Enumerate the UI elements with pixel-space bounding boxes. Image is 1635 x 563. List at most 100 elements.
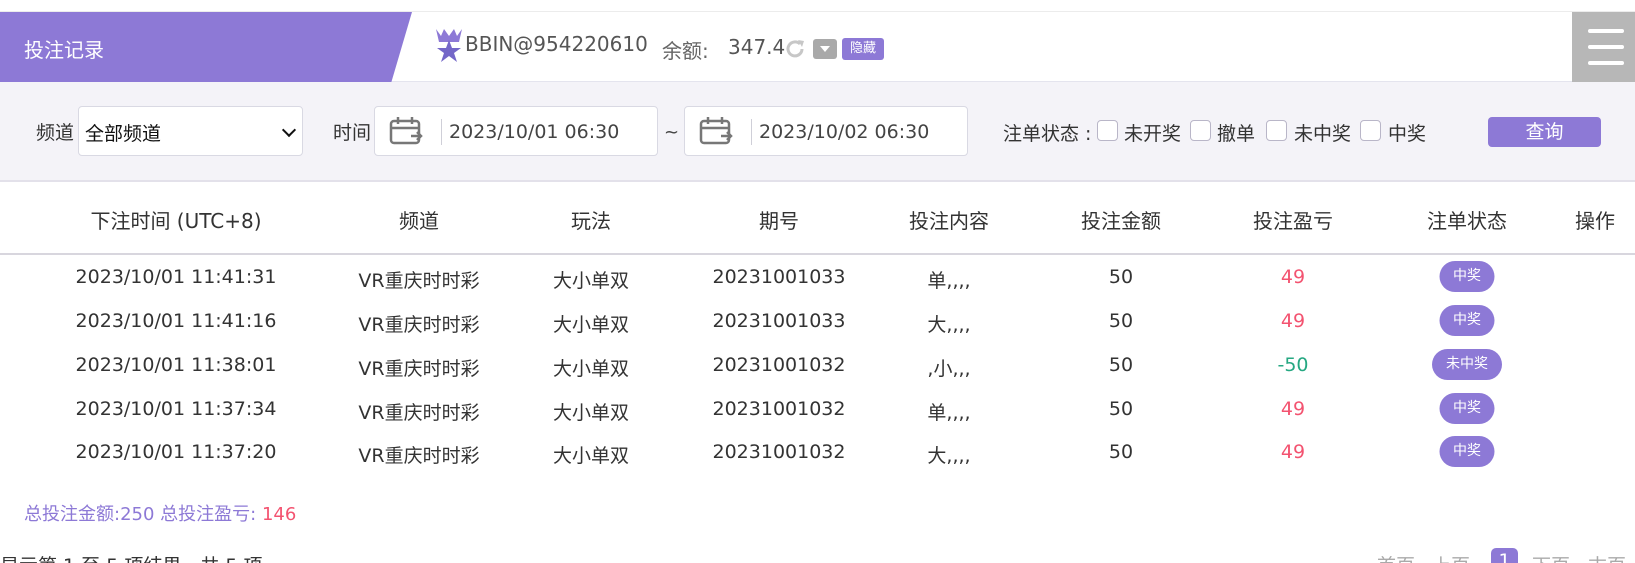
status-option-cancelled: 撤单 xyxy=(1217,123,1256,145)
calendar-icon xyxy=(699,117,733,145)
status-filter-label: 注单状态 : xyxy=(1003,123,1092,145)
channel-label: 频道 xyxy=(36,122,75,144)
status-option-not-won: 未中奖 xyxy=(1294,123,1352,145)
start-date-value: 2023/10/01 06:30 xyxy=(449,121,620,143)
play-cell: 大小单双 xyxy=(552,402,630,424)
status-option-not-drawn: 未开奖 xyxy=(1124,123,1182,145)
app-header: 投注记录 BBIN@954220610 余额: 347.4 隐藏 xyxy=(0,12,1635,82)
play-cell: 大小单双 xyxy=(552,314,630,336)
profit-loss-cell: 49 xyxy=(1280,398,1306,420)
date-divider xyxy=(441,119,442,145)
bet-amount-cell: 50 xyxy=(1108,441,1134,463)
refresh-icon[interactable] xyxy=(783,37,807,61)
bet-time-cell: 2023/10/01 11:38:01 xyxy=(75,354,277,376)
calendar-icon xyxy=(389,117,423,145)
play-cell: 大小单双 xyxy=(552,445,630,467)
crown-star-icon xyxy=(436,29,462,62)
filter-bar: 频道 全部频道 时间 2023/10/01 06:30 ~ 2023/10/02… xyxy=(0,82,1635,182)
total-profit-value: 146 xyxy=(261,504,297,525)
date-divider xyxy=(751,119,752,145)
dropdown-icon[interactable] xyxy=(813,39,837,59)
table-row: 2023/10/01 11:41:16 VR重庆时时彩 大小单双 2023100… xyxy=(0,300,1635,344)
column-header-issue: 期号 xyxy=(759,209,799,233)
channel-cell: VR重庆时时彩 xyxy=(358,358,480,380)
bet-time-cell: 2023/10/01 11:37:20 xyxy=(75,441,277,463)
column-header-play: 玩法 xyxy=(571,209,611,233)
column-header-bet-time: 下注时间 (UTC+8) xyxy=(90,209,262,233)
status-checkbox-not-drawn[interactable] xyxy=(1097,120,1118,141)
pagination-current-page[interactable]: 1 xyxy=(1491,548,1518,563)
query-button[interactable]: 查询 xyxy=(1488,117,1601,147)
pagination-last-button[interactable]: 末页 xyxy=(1588,551,1626,563)
pagination-next-button[interactable]: 下页 xyxy=(1532,551,1570,563)
channel-cell: VR重庆时时彩 xyxy=(358,445,480,467)
bet-summary: 总投注金额:250 总投注盈亏: 146 xyxy=(24,500,296,526)
table-row: 2023/10/01 11:38:01 VR重庆时时彩 大小单双 2023100… xyxy=(0,344,1635,388)
bet-content-cell: 单,,,, xyxy=(927,270,971,292)
issue-cell: 20231001032 xyxy=(712,398,846,420)
bet-content-cell: 大,,,, xyxy=(927,314,971,336)
bet-amount-cell: 50 xyxy=(1108,310,1134,332)
total-amount-summary: 总投注金额:250 总投注盈亏: xyxy=(24,504,257,525)
hide-balance-button[interactable]: 隐藏 xyxy=(842,38,885,60)
table-row: 2023/10/01 11:37:34 VR重庆时时彩 大小单双 2023100… xyxy=(0,388,1635,432)
column-header-bet-amount: 投注金额 xyxy=(1081,209,1161,233)
status-option-won: 中奖 xyxy=(1388,123,1427,145)
status-checkbox-not-won[interactable] xyxy=(1266,120,1287,141)
issue-cell: 20231001033 xyxy=(712,310,846,332)
column-header-channel: 频道 xyxy=(399,209,439,233)
page-title: 投注记录 xyxy=(24,38,104,62)
bet-table-header: 下注时间 (UTC+8) 频道 玩法 期号 投注内容 投注金额 投注盈亏 注单状… xyxy=(0,182,1635,255)
bet-amount-cell: 50 xyxy=(1108,354,1134,376)
issue-cell: 20231001032 xyxy=(712,354,846,376)
top-strip xyxy=(0,0,1635,12)
column-header-profit-loss: 投注盈亏 xyxy=(1253,209,1333,233)
date-range-separator: ~ xyxy=(664,122,680,143)
pagination-info: 显示第 1 至 5 项结果，共 5 项 xyxy=(0,551,263,563)
play-cell: 大小单双 xyxy=(552,358,630,380)
pagination-prev-button[interactable]: 上页 xyxy=(1432,551,1470,563)
channel-selected-value: 全部频道 xyxy=(85,123,162,145)
profit-loss-cell: 49 xyxy=(1280,266,1306,288)
pagination-first-button[interactable]: 首页 xyxy=(1377,551,1415,563)
bet-time-cell: 2023/10/01 11:41:31 xyxy=(75,266,277,288)
end-date-value: 2023/10/02 06:30 xyxy=(759,121,930,143)
profit-loss-cell: -50 xyxy=(1277,354,1309,376)
hamburger-menu-icon[interactable] xyxy=(1572,12,1635,82)
balance-label: 余额: xyxy=(662,39,709,63)
status-checkbox-cancelled[interactable] xyxy=(1190,120,1211,141)
status-badge: 未中奖 xyxy=(1432,349,1502,380)
status-badge: 中奖 xyxy=(1439,305,1495,336)
issue-cell: 20231001033 xyxy=(712,266,846,288)
profit-loss-cell: 49 xyxy=(1280,441,1306,463)
issue-cell: 20231001032 xyxy=(712,441,846,463)
time-label: 时间 xyxy=(333,122,372,144)
bet-amount-cell: 50 xyxy=(1108,398,1134,420)
bet-amount-cell: 50 xyxy=(1108,266,1134,288)
column-header-bet-content: 投注内容 xyxy=(909,209,989,233)
username: BBIN@954220610 xyxy=(465,32,648,56)
channel-select[interactable]: 全部频道 xyxy=(78,106,303,156)
bet-content-cell: 大,,,, xyxy=(927,445,971,467)
table-row: 2023/10/01 11:41:31 VR重庆时时彩 大小单双 2023100… xyxy=(0,256,1635,300)
channel-cell: VR重庆时时彩 xyxy=(358,402,480,424)
column-header-status: 注单状态 xyxy=(1427,209,1507,233)
bet-content-cell: ,小,,, xyxy=(927,358,971,380)
status-checkbox-won[interactable] xyxy=(1360,120,1381,141)
bet-time-cell: 2023/10/01 11:37:34 xyxy=(75,398,277,420)
balance-value: 347.4 xyxy=(728,35,786,59)
chevron-down-icon xyxy=(281,122,297,138)
status-badge: 中奖 xyxy=(1439,261,1495,292)
channel-cell: VR重庆时时彩 xyxy=(358,314,480,336)
bet-time-cell: 2023/10/01 11:41:16 xyxy=(75,310,277,332)
status-badge: 中奖 xyxy=(1439,393,1495,424)
column-header-action: 操作 xyxy=(1575,209,1615,233)
play-cell: 大小单双 xyxy=(552,270,630,292)
bet-content-cell: 单,,,, xyxy=(927,402,971,424)
end-date-input[interactable]: 2023/10/02 06:30 xyxy=(684,106,968,156)
channel-cell: VR重庆时时彩 xyxy=(358,270,480,292)
status-badge: 中奖 xyxy=(1439,436,1495,467)
table-row: 2023/10/01 11:37:20 VR重庆时时彩 大小单双 2023100… xyxy=(0,431,1635,475)
profit-loss-cell: 49 xyxy=(1280,310,1306,332)
start-date-input[interactable]: 2023/10/01 06:30 xyxy=(374,106,658,156)
